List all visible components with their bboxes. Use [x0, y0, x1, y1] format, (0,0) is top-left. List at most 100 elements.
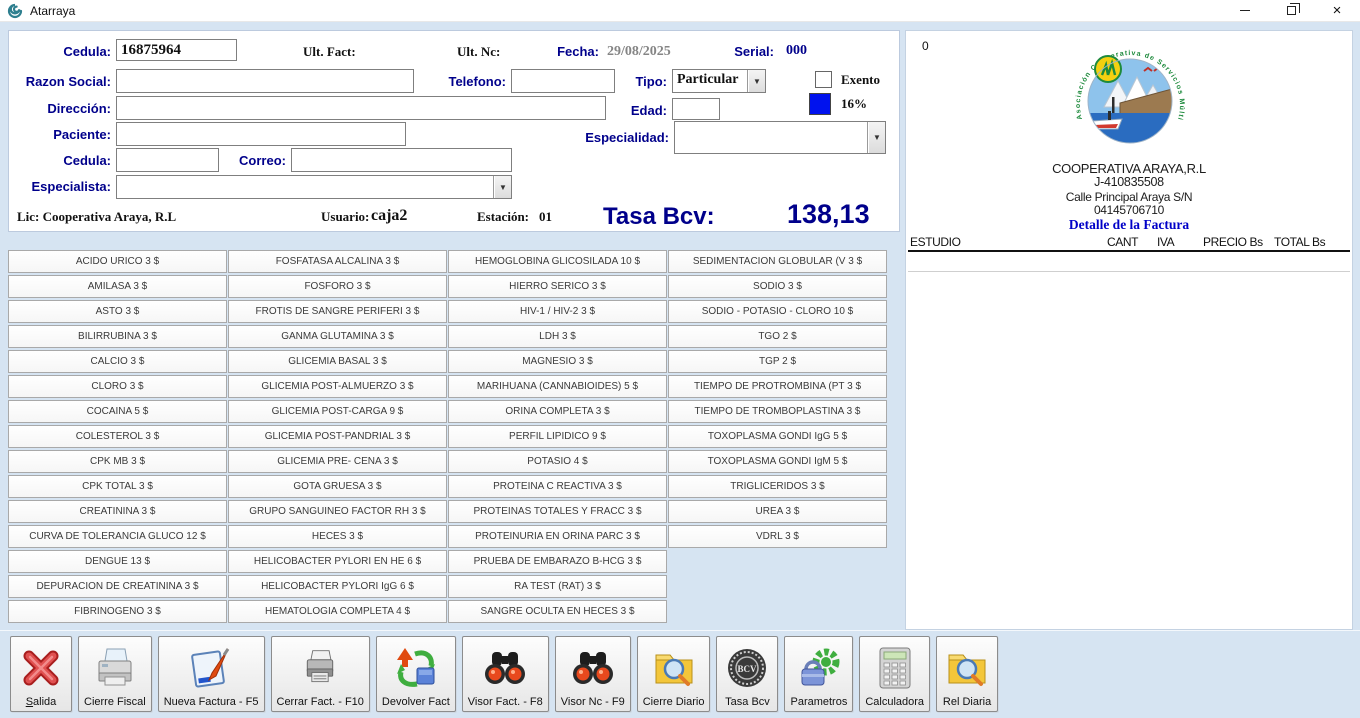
test-button[interactable]: SEDIMENTACION GLOBULAR (V 3 $ [668, 250, 887, 273]
test-button[interactable]: TRIGLICERIDOS 3 $ [668, 475, 887, 498]
settings-lock-icon [796, 640, 842, 696]
test-button[interactable]: UREA 3 $ [668, 500, 887, 523]
test-button[interactable]: TIEMPO DE TROMBOPLASTINA 3 $ [668, 400, 887, 423]
test-button[interactable]: FOSFATASA ALCALINA 3 $ [228, 250, 447, 273]
cierre-diario-button[interactable]: Cierre Diario [637, 636, 711, 712]
test-button[interactable]: PROTEINAS TOTALES Y FRACC 3 $ [448, 500, 667, 523]
serial-label: Serial: [669, 44, 774, 59]
cedula-paciente-input[interactable] [116, 148, 219, 172]
rel-diaria-button[interactable]: Rel Diaria [936, 636, 998, 712]
test-button[interactable]: GOTA GRUESA 3 $ [228, 475, 447, 498]
iva16-label: 16% [841, 96, 867, 112]
test-button[interactable]: CLORO 3 $ [8, 375, 227, 398]
test-button[interactable]: GLICEMIA PRE- CENA 3 $ [228, 450, 447, 473]
test-button[interactable]: GLICEMIA BASAL 3 $ [228, 350, 447, 373]
razon-social-input[interactable] [116, 69, 414, 93]
test-button[interactable]: PRUEBA DE EMBARAZO B-HCG 3 $ [448, 550, 667, 573]
tool-button-label: Calculadora [865, 696, 924, 709]
test-button[interactable]: FOSFORO 3 $ [228, 275, 447, 298]
visor-fact-button[interactable]: Visor Fact. - F8 [462, 636, 549, 712]
test-button[interactable]: TGO 2 $ [668, 325, 887, 348]
edad-input[interactable] [672, 98, 720, 120]
test-button[interactable]: PROTEINA C REACTIVA 3 $ [448, 475, 667, 498]
test-button[interactable]: FIBRINOGENO 3 $ [8, 600, 227, 623]
test-button[interactable]: CALCIO 3 $ [8, 350, 227, 373]
test-button[interactable]: HIV-1 / HIV-2 3 $ [448, 300, 667, 323]
test-button[interactable]: AMILASA 3 $ [8, 275, 227, 298]
test-button[interactable]: PERFIL LIPIDICO 9 $ [448, 425, 667, 448]
test-button[interactable]: GRUPO SANGUINEO FACTOR RH 3 $ [228, 500, 447, 523]
test-button[interactable]: BILIRRUBINA 3 $ [8, 325, 227, 348]
test-button[interactable]: SANGRE OCULTA EN HECES 3 $ [448, 600, 667, 623]
test-button[interactable]: TIEMPO DE PROTROMBINA (PT 3 $ [668, 375, 887, 398]
visor-nc-button[interactable]: Visor Nc - F9 [555, 636, 631, 712]
exento-label: Exento [841, 72, 880, 88]
iva16-checkbox[interactable] [809, 93, 831, 115]
test-button[interactable]: HELICOBACTER PYLORI IgG 6 $ [228, 575, 447, 598]
test-button[interactable]: VDRL 3 $ [668, 525, 887, 548]
test-button[interactable]: MARIHUANA (CANNABIOIDES) 5 $ [448, 375, 667, 398]
test-button[interactable]: SODIO 3 $ [668, 275, 887, 298]
tipo-select[interactable]: Particular ▼ [672, 69, 766, 93]
test-button[interactable]: GLICEMIA POST-CARGA 9 $ [228, 400, 447, 423]
test-button[interactable]: DENGUE 13 $ [8, 550, 227, 573]
cierre-fiscal-button[interactable]: Cierre Fiscal [78, 636, 152, 712]
parametros-button[interactable]: Parametros [784, 636, 853, 712]
license-text: Lic: Cooperativa Araya, R.L [17, 209, 176, 225]
test-button[interactable]: CPK MB 3 $ [8, 450, 227, 473]
test-button[interactable]: DEPURACION DE CREATININA 3 $ [8, 575, 227, 598]
tests-column: SEDIMENTACION GLOBULAR (V 3 $SODIO 3 $SO… [668, 250, 887, 625]
paciente-input[interactable] [116, 122, 406, 146]
test-button[interactable]: GANMA GLUTAMINA 3 $ [228, 325, 447, 348]
test-button[interactable]: GLICEMIA POST-ALMUERZO 3 $ [228, 375, 447, 398]
restore-button[interactable] [1268, 0, 1314, 22]
especialista-select[interactable]: ▼ [116, 175, 512, 199]
test-button[interactable]: HECES 3 $ [228, 525, 447, 548]
test-button[interactable]: HEMOGLOBINA GLICOSILADA 10 $ [448, 250, 667, 273]
test-button[interactable]: ASTO 3 $ [8, 300, 227, 323]
test-button[interactable]: SODIO - POTASIO - CLORO 10 $ [668, 300, 887, 323]
test-button[interactable]: ORINA COMPLETA 3 $ [448, 400, 667, 423]
especialista-selected-value [117, 176, 494, 198]
test-button[interactable]: HEMATOLOGIA COMPLETA 4 $ [228, 600, 447, 623]
tasa-bcv-button[interactable]: BCV Tasa Bcv [716, 636, 778, 712]
cedula-label: Cedula: [9, 44, 111, 59]
exit-icon [21, 640, 61, 696]
cedula-input[interactable] [116, 39, 237, 61]
test-button[interactable]: GLICEMIA POST-PANDRIAL 3 $ [228, 425, 447, 448]
svg-text:BCV: BCV [738, 664, 758, 674]
test-button[interactable]: TOXOPLASMA GONDI IgG 5 $ [668, 425, 887, 448]
fecha-label: Fecha: [499, 44, 599, 59]
invoice-column-header: ESTUDIO [910, 235, 961, 249]
direccion-label: Dirección: [9, 101, 111, 116]
salida-button[interactable]: Salida [10, 636, 72, 712]
new-invoice-icon [188, 640, 234, 696]
test-button[interactable]: POTASIO 4 $ [448, 450, 667, 473]
cerrar-factura-button[interactable]: Cerrar Fact. - F10 [271, 636, 370, 712]
test-button[interactable]: HELICOBACTER PYLORI EN HE 6 $ [228, 550, 447, 573]
especialidad-selected-value [675, 122, 868, 153]
test-button[interactable]: TGP 2 $ [668, 350, 887, 373]
test-button[interactable]: COLESTEROL 3 $ [8, 425, 227, 448]
nueva-factura-button[interactable]: Nueva Factura - F5 [158, 636, 265, 712]
test-button[interactable]: MAGNESIO 3 $ [448, 350, 667, 373]
test-button[interactable]: RA TEST (RAT) 3 $ [448, 575, 667, 598]
close-button[interactable]: × [1314, 0, 1360, 22]
direccion-input[interactable] [116, 96, 606, 120]
test-button[interactable]: CPK TOTAL 3 $ [8, 475, 227, 498]
test-button[interactable]: CREATININA 3 $ [8, 500, 227, 523]
test-button[interactable]: COCAINA 5 $ [8, 400, 227, 423]
test-button[interactable]: TOXOPLASMA GONDI IgM 5 $ [668, 450, 887, 473]
test-button[interactable]: LDH 3 $ [448, 325, 667, 348]
test-button[interactable]: FROTIS DE SANGRE PERIFERI 3 $ [228, 300, 447, 323]
minimize-button[interactable] [1222, 0, 1268, 22]
correo-input[interactable] [291, 148, 512, 172]
test-button[interactable]: HIERRO SERICO 3 $ [448, 275, 667, 298]
devolver-factura-button[interactable]: Devolver Fact [376, 636, 456, 712]
especialidad-select[interactable]: ▼ [674, 121, 886, 154]
calculadora-button[interactable]: Calculadora [859, 636, 930, 712]
test-button[interactable]: ACIDO URICO 3 $ [8, 250, 227, 273]
exento-checkbox[interactable] [815, 71, 832, 88]
test-button[interactable]: PROTEINURIA EN ORINA PARC 3 $ [448, 525, 667, 548]
test-button[interactable]: CURVA DE TOLERANCIA GLUCO 12 $ [8, 525, 227, 548]
